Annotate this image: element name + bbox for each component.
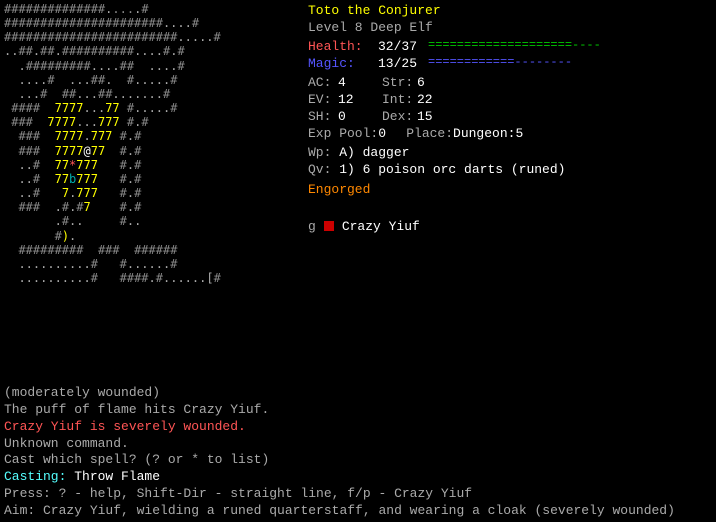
str-label: Str:	[382, 74, 417, 91]
char-name-line: Toto the Conjurer	[308, 2, 708, 19]
message-1: (moderately wounded)	[4, 385, 712, 402]
char-level-line: Level 8 Deep Elf	[308, 19, 708, 36]
message-7: Press: ? - help, Shift-Dir - straight li…	[4, 486, 712, 503]
health-value: 32/37	[378, 38, 428, 55]
sh-dex-row: SH: 0 Dex: 15	[308, 108, 708, 125]
mp-bar: ============--------	[428, 55, 572, 72]
character-name: Toto the Conjurer	[308, 3, 441, 18]
dex-value: 15	[417, 108, 433, 125]
ev-value: 12	[338, 91, 378, 108]
exp-value: 0	[378, 125, 398, 142]
hp-bar: ====================----	[428, 38, 601, 55]
magic-value: 13/25	[378, 55, 428, 72]
health-label: Health:	[308, 38, 378, 55]
message-3: Crazy Yiuf is severely wounded.	[4, 419, 712, 436]
wp-value: A) dagger	[339, 145, 409, 160]
int-value: 22	[417, 91, 433, 108]
monster-display: g Crazy Yiuf	[308, 218, 708, 235]
exp-label: Exp Pool:	[308, 125, 378, 142]
dex-label: Dex:	[382, 108, 417, 125]
qv-value: 1) 6 poison orc darts (runed)	[339, 162, 565, 177]
health-row: Health: 32/37 ====================----	[308, 38, 708, 55]
magic-label: Magic:	[308, 55, 378, 72]
character-level: Level 8 Deep Elf	[308, 20, 433, 35]
message-6-casting: Casting: Throw Flame	[4, 469, 712, 486]
wp-row: Wp: A) dagger	[308, 144, 708, 161]
monster-name: Crazy Yiuf	[342, 218, 420, 235]
sh-value: 0	[338, 108, 378, 125]
stats-panel: Toto the Conjurer Level 8 Deep Elf Healt…	[300, 0, 716, 383]
casting-label: Casting:	[4, 469, 74, 484]
ev-int-row: EV: 12 Int: 22	[308, 91, 708, 108]
message-5: Cast which spell? (? or * to list)	[4, 452, 712, 469]
game-area: ##############.....# ###################…	[0, 0, 716, 383]
casting-spell: Throw Flame	[74, 469, 160, 484]
sh-label: SH:	[308, 108, 338, 125]
exp-place-row: Exp Pool: 0 Place: Dungeon:5	[308, 125, 708, 142]
ac-str-row: AC: 4 Str: 6	[308, 74, 708, 91]
monster-icon	[324, 221, 334, 231]
message-4: Unknown command.	[4, 436, 712, 453]
int-label: Int:	[382, 91, 417, 108]
wp-label: Wp:	[308, 145, 331, 160]
engorged-row: Engorged	[308, 181, 708, 198]
engorged-status: Engorged	[308, 182, 370, 197]
place-label: Place:	[406, 125, 453, 142]
ac-value: 4	[338, 74, 378, 91]
message-8: Aim: Crazy Yiuf, wielding a runed quarte…	[4, 503, 712, 520]
ev-label: EV:	[308, 91, 338, 108]
qv-row: Qv: 1) 6 poison orc darts (runed)	[308, 161, 708, 178]
main-container: ##############.....# ###################…	[0, 0, 716, 522]
place-value: Dungeon:5	[453, 125, 523, 142]
str-value: 6	[417, 74, 425, 91]
game-map: ##############.....# ###################…	[0, 0, 300, 383]
messages-area: (moderately wounded) The puff of flame h…	[0, 383, 716, 522]
ac-label: AC:	[308, 74, 338, 91]
monster-letter: g	[308, 218, 316, 235]
magic-row: Magic: 13/25 ============--------	[308, 55, 708, 72]
message-2: The puff of flame hits Crazy Yiuf.	[4, 402, 712, 419]
qv-label: Qv:	[308, 162, 331, 177]
